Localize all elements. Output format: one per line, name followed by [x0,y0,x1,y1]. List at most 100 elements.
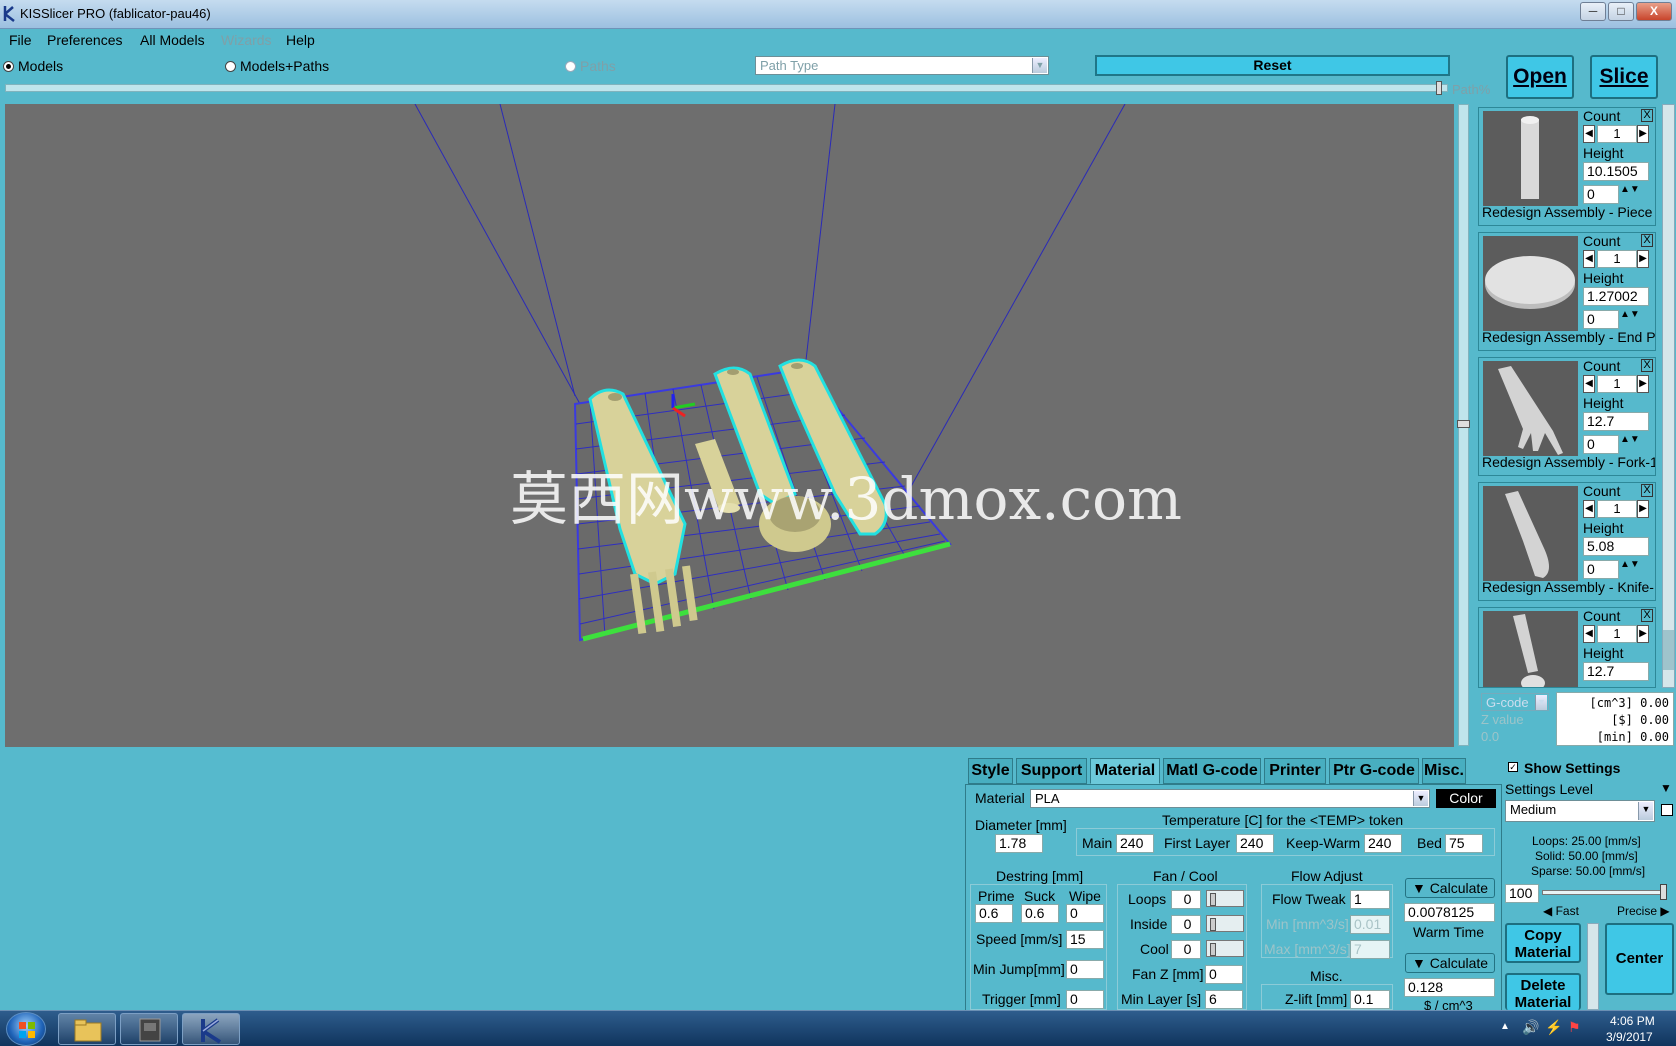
rotation-input[interactable]: 0 [1583,185,1619,204]
count-increment[interactable]: ▶ [1637,625,1649,643]
suck-input[interactable]: 0.6 [1021,904,1059,923]
fan-loops-input[interactable]: 0 [1171,890,1201,909]
fan-cool-slider[interactable] [1206,940,1244,957]
rotation-input[interactable]: 0 [1583,310,1619,329]
fanz-input[interactable]: 0 [1205,965,1243,984]
count-increment[interactable]: ▶ [1637,375,1649,393]
tab-material[interactable]: Material [1090,758,1160,784]
speed-input[interactable]: 15 [1066,930,1104,949]
prime-input[interactable]: 0.6 [975,904,1013,923]
wipe-input[interactable]: 0 [1066,904,1104,923]
model-card-knife[interactable]: Count X ◀ 1 ▶ Height 5.08 0 ▲▼ Redesign … [1478,482,1656,601]
remove-model-button[interactable]: X [1641,609,1653,622]
temp-bed-input[interactable]: 75 [1445,834,1483,853]
settings-extra-checkbox[interactable] [1661,804,1673,816]
tab-support[interactable]: Support [1016,758,1087,784]
path-percent-slider[interactable] [5,84,1448,92]
tab-printer[interactable]: Printer [1264,758,1326,784]
slice-button[interactable]: Slice [1590,55,1658,99]
count-input[interactable]: 1 [1597,250,1637,268]
height-input[interactable]: 5.08 [1583,537,1649,556]
settings-level-select[interactable]: Medium ▼ [1505,800,1655,822]
fan-cool-input[interactable]: 0 [1171,940,1201,959]
model-card-spoon[interactable]: Count X ◀ 1 ▶ Height 12.7 [1478,607,1656,688]
zlift-input[interactable]: 0.1 [1350,990,1390,1009]
count-increment[interactable]: ▶ [1637,125,1649,143]
rotation-stepper-icon[interactable]: ▲▼ [1620,309,1640,320]
fan-inside-input[interactable]: 0 [1171,915,1201,934]
temp-keep-input[interactable]: 240 [1364,834,1402,853]
gcode-select[interactable]: G-code ▼ [1481,693,1549,711]
menu-all-models[interactable]: All Models [140,32,205,48]
height-input[interactable]: 1.27002 [1583,287,1649,306]
copy-material-button[interactable]: Copy Material [1505,923,1581,963]
clock-date[interactable]: 3/9/2017 [1606,1030,1653,1044]
count-input[interactable]: 1 [1597,375,1637,393]
count-input[interactable]: 1 [1597,125,1637,143]
temp-first-input[interactable]: 240 [1236,834,1274,853]
rotation-stepper-icon[interactable]: ▲▼ [1620,184,1640,195]
count-decrement[interactable]: ◀ [1583,375,1595,393]
quality-slider-handle[interactable] [1660,884,1667,900]
tab-ptr-gcode[interactable]: Ptr G-code [1329,758,1419,784]
flow-tweak-input[interactable]: 1 [1350,890,1390,909]
close-button[interactable]: X [1636,2,1672,21]
fan-inside-slider[interactable] [1206,915,1244,932]
reset-button[interactable]: Reset [1095,55,1450,76]
rotation-input[interactable]: 0 [1583,560,1619,579]
model-card-fork[interactable]: Count X ◀ 1 ▶ Height 12.7 0 ▲▼ Redesign … [1478,357,1656,476]
remove-model-button[interactable]: X [1641,484,1653,497]
temp-main-input[interactable]: 240 [1116,834,1154,853]
center-button[interactable]: Center [1605,923,1674,995]
diameter-input[interactable]: 1.78 [995,834,1043,853]
height-input[interactable]: 12.7 [1583,662,1649,681]
path-type-select[interactable]: Path Type ▼ [755,56,1049,75]
model-list-scrollbar[interactable] [1662,104,1675,688]
minlayer-input[interactable]: 6 [1205,990,1243,1009]
trigger-input[interactable]: 0 [1066,990,1104,1009]
fan-loops-slider[interactable] [1206,890,1244,907]
count-decrement[interactable]: ◀ [1583,500,1595,518]
min-flow-input[interactable]: 0.01 [1350,915,1390,934]
remove-model-button[interactable]: X [1641,109,1653,122]
count-input[interactable]: 1 [1597,625,1637,643]
calculate-cost-button[interactable]: ▼ Calculate [1405,953,1495,973]
open-button[interactable]: Open [1506,55,1574,99]
taskbar-kisslicer[interactable] [182,1013,240,1045]
tab-matl-gcode[interactable]: Matl G-code [1163,758,1261,784]
menu-wizards[interactable]: Wizards [221,32,272,48]
tab-style[interactable]: Style [968,758,1013,784]
network-icon[interactable]: ⚑ [1568,1019,1581,1036]
model-card-piece[interactable]: Count X ◀ 1 ▶ Height 10.1505 0 ▲▼ Redesi… [1478,107,1656,226]
rotation-stepper-icon[interactable]: ▲▼ [1620,559,1640,570]
volume-icon[interactable]: 🔊 [1522,1019,1539,1036]
path-slider-handle[interactable] [1436,81,1442,95]
show-settings-checkbox[interactable]: ✓ [1508,762,1518,772]
start-button[interactable] [6,1012,46,1046]
remove-model-button[interactable]: X [1641,234,1653,247]
calculate-warm-button[interactable]: ▼ Calculate [1405,878,1495,898]
maximize-button[interactable]: □ [1608,2,1634,21]
count-decrement[interactable]: ◀ [1583,625,1595,643]
remove-model-button[interactable]: X [1641,359,1653,372]
radio-paths[interactable]: Paths [565,58,616,74]
menu-help[interactable]: Help [286,32,315,48]
layer-slider-handle[interactable] [1457,420,1470,428]
count-decrement[interactable]: ◀ [1583,250,1595,268]
warm-time-input[interactable]: 0.0078125 [1404,903,1495,922]
rotation-stepper-icon[interactable]: ▲▼ [1620,434,1640,445]
taskbar-explorer[interactable] [58,1013,116,1045]
3d-viewport[interactable]: 莫西网www.3dmox.com [5,104,1454,747]
quality-slider[interactable] [1542,890,1666,895]
taskbar-app[interactable] [120,1013,178,1045]
count-decrement[interactable]: ◀ [1583,125,1595,143]
color-button[interactable]: Color [1436,789,1496,808]
power-icon[interactable]: ⚡ [1545,1019,1562,1036]
cost-per-cm3-input[interactable]: 0.128 [1404,978,1495,997]
action-scrollbar[interactable] [1587,923,1599,1010]
max-flow-input[interactable]: 7 [1350,940,1390,959]
chevron-down-icon[interactable]: ▼ [1660,781,1672,795]
radio-models[interactable]: Models [3,58,63,74]
tab-misc[interactable]: Misc. [1422,758,1466,784]
count-increment[interactable]: ▶ [1637,250,1649,268]
